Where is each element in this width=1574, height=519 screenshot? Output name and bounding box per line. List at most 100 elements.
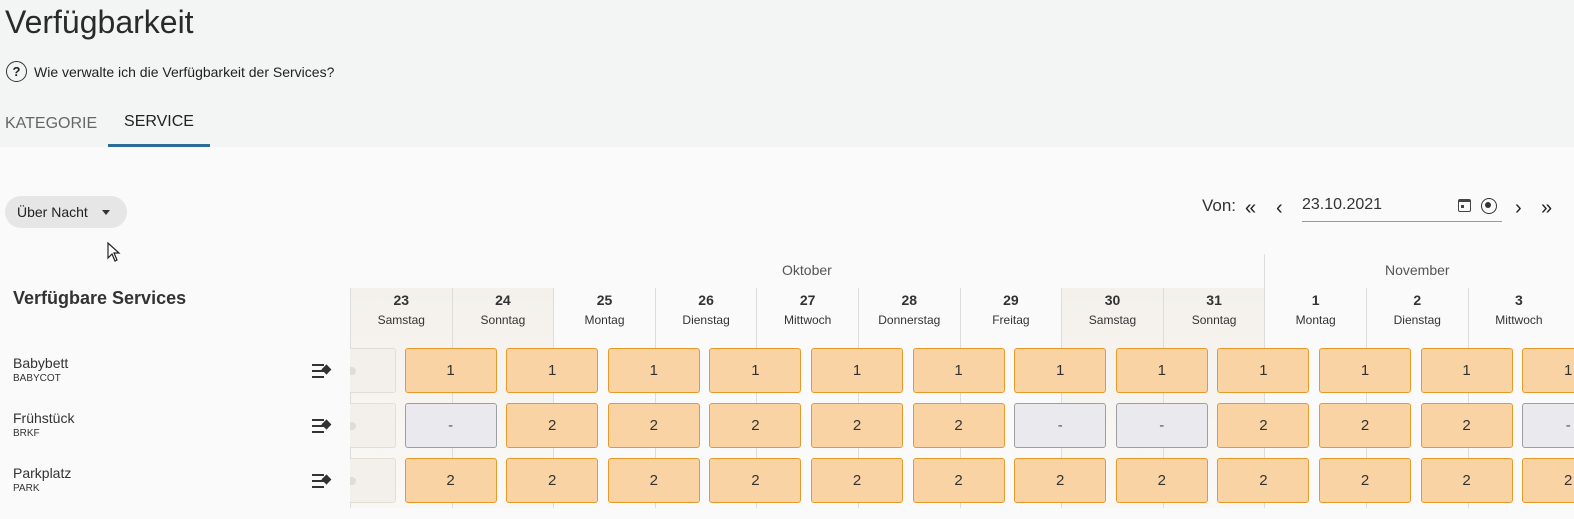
service-name: Babybett [13,355,69,371]
service-code: BRKF [13,428,40,439]
date-from-label: Von: [1202,196,1237,215]
availability-grid: Oktober November 23 Samstag 24 Sonntag 25 Mon… [350,254,1574,508]
availability-cell[interactable]: - [1014,403,1107,448]
service-row-babybett: Babybett BABYCOT [13,355,333,395]
month-label-november: November [1385,262,1450,278]
help-circle-icon: ? [6,61,27,82]
availability-cell[interactable]: 2 [1420,403,1513,448]
calendar-icon[interactable] [1458,199,1471,212]
availability-cell[interactable]: 1 [607,348,700,393]
day-number: 24 [495,292,511,308]
month-label-oktober: Oktober [782,262,832,278]
availability-cell[interactable]: 1 [912,348,1005,393]
header-area: Verfügbarkeit ? Wie verwalte ich die Ver… [0,0,1574,147]
day-name: Sonntag [1191,313,1237,327]
day-name: Dienstag [682,313,730,327]
day-number: 1 [1311,292,1320,308]
help-link-text: Wie verwalte ich die Verfügbarkeit der S… [34,63,335,80]
availability-cell[interactable]: 2 [1115,458,1208,503]
day-name: Mittwoch [1495,313,1543,327]
availability-cell[interactable]: - [1522,403,1574,448]
day-name: Donnerstag [878,313,941,327]
caret-down-icon [101,209,110,215]
day-name: Samstag [377,313,425,327]
day-number: 27 [799,292,816,308]
day-name: Samstag [1088,313,1137,327]
service-name: Parkplatz [13,465,72,481]
availability-cell[interactable]: 2 [1319,458,1411,503]
day-number: 30 [1104,292,1121,308]
collapse-menu-icon[interactable] [312,419,332,433]
day-name: Dienstag [1393,313,1441,327]
first-page-button[interactable]: « [1245,196,1256,220]
tab-service[interactable]: SERVICE [108,100,210,147]
availability-cell[interactable]: 2 [506,458,599,503]
day-name: Mittwoch [784,313,832,327]
tab-bar: KATEGORIE SERVICE [0,100,210,147]
availability-cell[interactable]: 2 [912,458,1005,503]
availability-cell[interactable]: 2 [709,403,802,448]
day-name: Montag [1295,313,1336,327]
availability-cell[interactable]: 1 [811,348,903,393]
availability-cell[interactable]: 2 [811,458,903,503]
previous-day-cell [350,458,396,503]
availability-cell[interactable]: 2 [811,403,903,448]
previous-button[interactable]: ‹ [1276,196,1283,220]
day-name: Sonntag [480,313,526,327]
day-name: Montag [584,313,625,327]
availability-cell[interactable]: 2 [709,458,802,503]
availability-cell[interactable]: 2 [506,403,599,448]
collapse-menu-icon[interactable] [312,474,332,488]
day-number: 29 [1003,292,1019,308]
availability-cell[interactable]: 2 [607,403,700,448]
availability-cell[interactable]: 1 [1014,348,1107,393]
service-code: BABYCOT [13,373,61,384]
availability-cell[interactable]: 1 [709,348,802,393]
availability-cell[interactable]: 2 [607,458,700,503]
previous-day-cell [350,348,396,393]
stay-type-dropdown[interactable]: Über Nacht [5,196,127,228]
next-button[interactable]: › [1515,196,1522,220]
service-name: Frühstück [13,410,75,426]
availability-cell[interactable]: 2 [1420,458,1513,503]
today-target-icon[interactable] [1481,198,1497,214]
service-row-fruehstueck: Frühstück BRKF [13,410,333,450]
availability-cell[interactable]: 2 [404,458,497,503]
day-name: Freitag [992,313,1030,327]
day-number: 25 [596,292,613,308]
availability-cell[interactable]: 1 [1522,348,1574,393]
last-page-button[interactable]: » [1541,196,1552,220]
service-row-parkplatz: Parkplatz PARK [13,465,333,505]
day-number: 3 [1514,292,1523,308]
day-number: 23 [393,292,410,308]
day-number: 2 [1413,292,1422,308]
availability-cell[interactable]: - [1115,403,1208,448]
availability-cell[interactable]: 1 [1217,348,1310,393]
service-code: PARK [13,483,40,494]
availability-cell[interactable]: 1 [1420,348,1513,393]
availability-cell[interactable]: 2 [912,403,1005,448]
tab-kategorie[interactable]: KATEGORIE [0,100,98,147]
availability-cell[interactable]: - [404,403,497,448]
mouse-pointer-icon [107,242,121,262]
availability-cell[interactable]: 1 [1115,348,1208,393]
availability-cell[interactable]: 2 [1217,458,1310,503]
day-number: 28 [901,292,918,308]
date-input[interactable]: 23.10.2021 [1302,192,1502,222]
day-number: 26 [698,292,714,308]
availability-cell[interactable]: 1 [1319,348,1411,393]
availability-cell[interactable]: 2 [1217,403,1310,448]
availability-cell[interactable]: 2 [1319,403,1411,448]
availability-cell[interactable]: 2 [1522,458,1574,503]
month-divider [1264,254,1265,288]
previous-day-cell [350,403,396,448]
help-link[interactable]: ? Wie verwalte ich die Verfügbarkeit der… [6,61,334,82]
stay-type-value: Über Nacht [17,204,88,220]
page-title: Verfügbarkeit [5,4,194,40]
services-heading: Verfügbare Services [13,288,187,308]
collapse-menu-icon[interactable] [312,364,332,378]
availability-cell[interactable]: 1 [404,348,497,393]
availability-cell[interactable]: 2 [1014,458,1107,503]
availability-cell[interactable]: 1 [506,348,599,393]
day-number: 31 [1206,292,1222,308]
